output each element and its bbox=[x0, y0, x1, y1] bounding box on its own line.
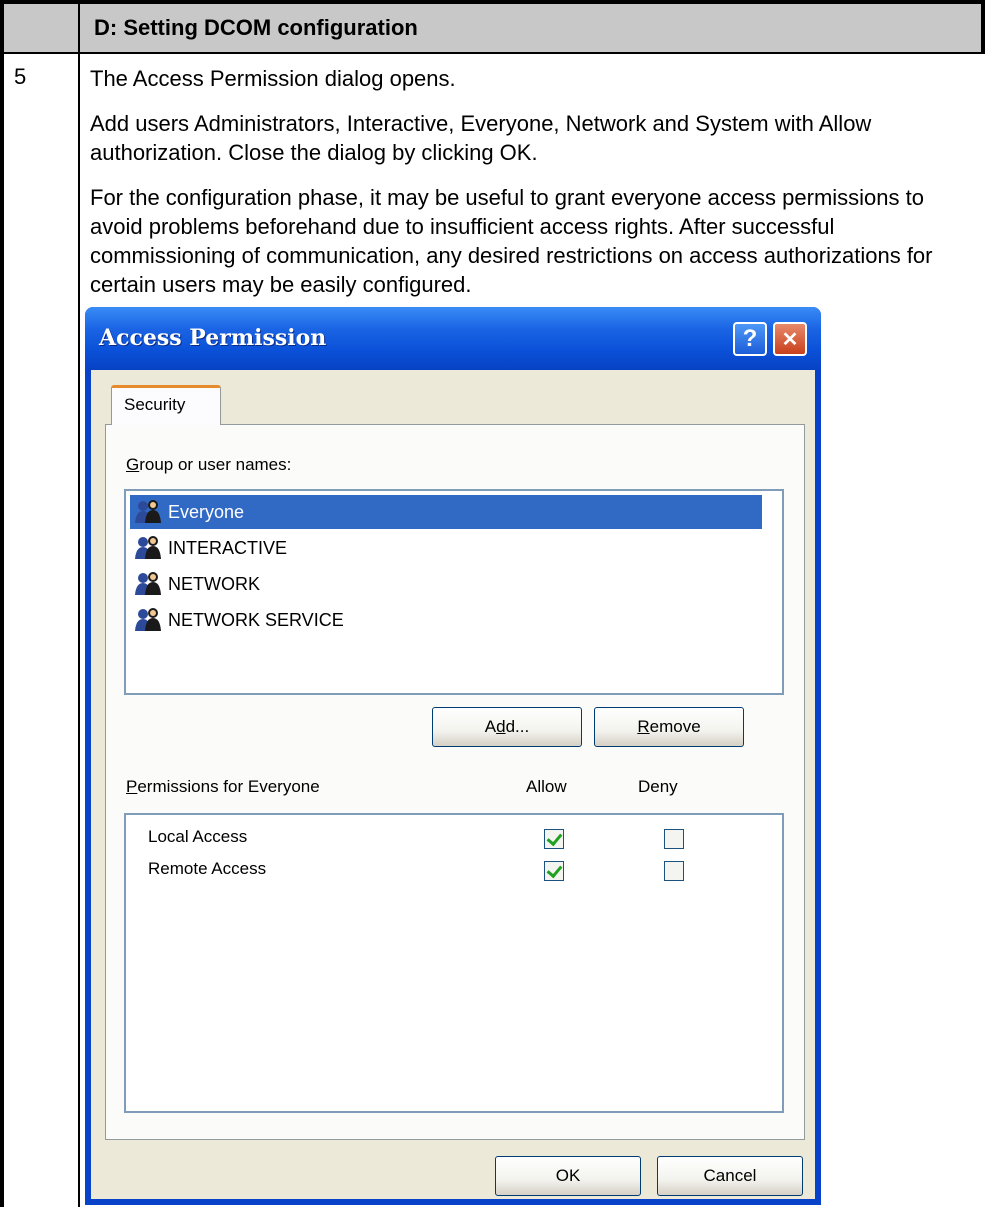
remove-button[interactable]: Remove bbox=[594, 707, 744, 747]
table-header-divider bbox=[0, 52, 985, 54]
ok-button[interactable]: OK bbox=[495, 1156, 641, 1196]
security-tab-panel: Group or user names: Everyone INTERACTIV… bbox=[105, 424, 805, 1140]
section-title: D: Setting DCOM configuration bbox=[94, 15, 418, 40]
permissions-list[interactable]: Local Access Remote Access bbox=[124, 813, 784, 1113]
deny-column-header: Deny bbox=[638, 777, 678, 796]
help-button[interactable]: ? bbox=[733, 322, 767, 356]
table-column-divider bbox=[78, 0, 80, 1207]
user-name: NETWORK bbox=[168, 574, 260, 594]
list-item-everyone[interactable]: Everyone bbox=[130, 495, 762, 529]
paragraph-add-users: Add users Administrators, Interactive, E… bbox=[90, 111, 872, 165]
close-icon: ✕ bbox=[781, 329, 799, 351]
tab-security[interactable]: Security bbox=[111, 385, 221, 425]
close-button[interactable]: ✕ bbox=[773, 322, 807, 356]
local-access-allow-checkbox[interactable] bbox=[544, 829, 564, 849]
remote-access-allow-checkbox[interactable] bbox=[544, 861, 564, 881]
paragraph-configuration-note: For the configuration phase, it may be u… bbox=[90, 185, 933, 297]
access-permission-dialog: Access Permission ? ✕ Security Group or … bbox=[85, 307, 821, 1205]
group-or-user-names-label: Group or user names: bbox=[126, 455, 292, 474]
list-item-network-service[interactable]: NETWORK SERVICE bbox=[130, 603, 762, 637]
user-list[interactable]: Everyone INTERACTIVE NETWORK NETWORK SER… bbox=[124, 489, 784, 695]
users-group-icon bbox=[135, 572, 161, 595]
list-item-network[interactable]: NETWORK bbox=[130, 567, 762, 601]
list-item-interactive[interactable]: INTERACTIVE bbox=[130, 531, 762, 565]
add-button[interactable]: Add... bbox=[432, 707, 582, 747]
local-access-deny-checkbox[interactable] bbox=[664, 829, 684, 849]
users-group-icon bbox=[135, 500, 161, 523]
dialog-title: Access Permission bbox=[99, 325, 327, 351]
remote-access-deny-checkbox[interactable] bbox=[664, 861, 684, 881]
users-group-icon bbox=[135, 536, 161, 559]
user-name: NETWORK SERVICE bbox=[168, 610, 344, 630]
dialog-titlebar[interactable]: Access Permission ? ✕ bbox=[85, 307, 821, 370]
paragraph-intro: The Access Permission dialog opens. bbox=[90, 66, 456, 91]
users-group-icon bbox=[135, 608, 161, 631]
user-name: Everyone bbox=[168, 502, 245, 522]
allow-column-header: Allow bbox=[526, 777, 567, 796]
permission-name: Local Access bbox=[148, 827, 248, 846]
table-right-border bbox=[981, 0, 985, 54]
help-icon: ? bbox=[742, 325, 758, 352]
permission-name: Remote Access bbox=[148, 859, 267, 878]
cancel-button[interactable]: Cancel bbox=[657, 1156, 803, 1196]
step-number: 5 bbox=[14, 64, 27, 89]
dialog-client-area: Security Group or user names: Everyone I… bbox=[91, 370, 815, 1199]
table-left-border bbox=[0, 0, 4, 1207]
user-name: INTERACTIVE bbox=[168, 538, 288, 558]
permissions-label: Permissions for Everyone bbox=[126, 777, 320, 796]
